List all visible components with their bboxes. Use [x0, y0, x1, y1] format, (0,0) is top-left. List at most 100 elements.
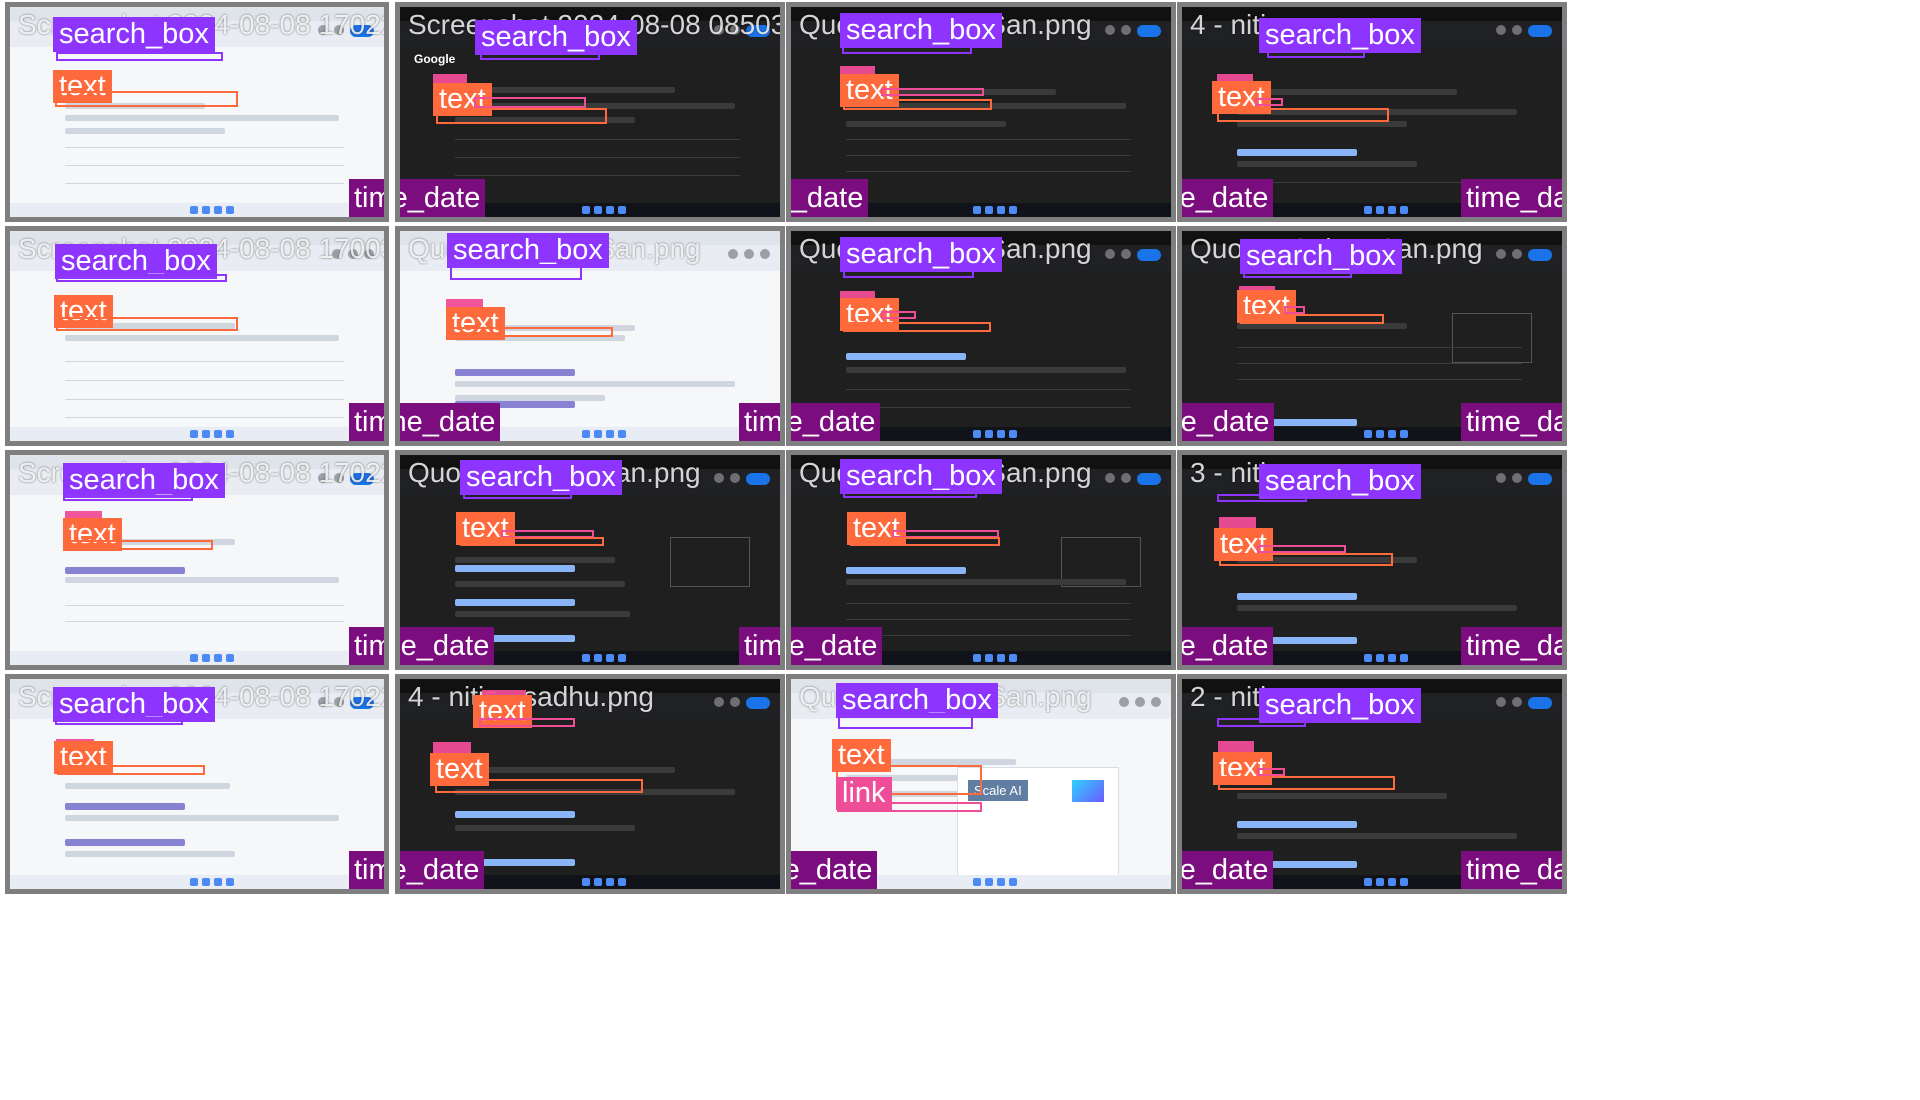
app-icon[interactable]: [606, 206, 615, 214]
result-link[interactable]: [846, 353, 966, 360]
search-box-label: search_box: [1240, 239, 1402, 274]
app-icon[interactable]: [201, 206, 210, 214]
app-icon[interactable]: [1364, 878, 1373, 886]
app-icon[interactable]: [1400, 206, 1409, 214]
app-icon[interactable]: [606, 878, 615, 886]
app-icon[interactable]: [606, 654, 615, 662]
app-icon[interactable]: [1400, 430, 1409, 438]
account-button[interactable]: [1137, 25, 1161, 37]
result-link[interactable]: [1237, 593, 1357, 600]
app-icon[interactable]: [213, 878, 222, 886]
app-icon[interactable]: [201, 878, 210, 886]
people-also-ask-divider: [846, 139, 1131, 140]
app-icon[interactable]: [1400, 654, 1409, 662]
account-button[interactable]: [1528, 697, 1552, 709]
app-icon[interactable]: [973, 206, 982, 214]
result-line: [455, 381, 735, 387]
result-link[interactable]: [1237, 821, 1357, 828]
app-icon[interactable]: [1388, 430, 1397, 438]
app-icon[interactable]: [582, 878, 591, 886]
app-icon[interactable]: [1400, 878, 1409, 886]
app-icon[interactable]: [225, 878, 234, 886]
app-icon[interactable]: [1376, 206, 1385, 214]
screenshot-tile: Quote - Salam San.png search_box text ti…: [786, 450, 1176, 670]
app-icon[interactable]: [1388, 206, 1397, 214]
app-icon[interactable]: [618, 430, 627, 438]
result-link[interactable]: [65, 567, 185, 574]
app-icon[interactable]: [189, 878, 198, 886]
account-button[interactable]: [1528, 249, 1552, 261]
app-icon[interactable]: [618, 878, 627, 886]
app-icon[interactable]: [225, 654, 234, 662]
result-link[interactable]: [1237, 149, 1357, 156]
app-icon[interactable]: [985, 206, 994, 214]
search-box-frame: [1217, 718, 1306, 727]
app-icon[interactable]: [973, 430, 982, 438]
app-icon[interactable]: [985, 654, 994, 662]
app-icon[interactable]: [189, 654, 198, 662]
toolbar-dot-icon: [1121, 473, 1131, 483]
text-frame: [57, 765, 205, 775]
app-icon[interactable]: [1364, 430, 1373, 438]
result-link[interactable]: [455, 811, 575, 818]
account-button[interactable]: [746, 697, 770, 709]
app-icon[interactable]: [213, 654, 222, 662]
app-icon[interactable]: [594, 654, 603, 662]
app-icon[interactable]: [201, 654, 210, 662]
app-icon[interactable]: [973, 878, 982, 886]
result-link[interactable]: [455, 565, 575, 572]
app-icon[interactable]: [1388, 654, 1397, 662]
result-link[interactable]: [65, 839, 185, 846]
app-icon[interactable]: [582, 654, 591, 662]
app-icon[interactable]: [606, 430, 615, 438]
app-icon[interactable]: [1376, 430, 1385, 438]
app-icon[interactable]: [582, 206, 591, 214]
people-also-ask-divider: [65, 605, 344, 606]
app-icon[interactable]: [1009, 654, 1018, 662]
app-icon[interactable]: [997, 206, 1006, 214]
account-button[interactable]: [1137, 249, 1161, 261]
app-icon[interactable]: [985, 878, 994, 886]
result-link[interactable]: [846, 567, 966, 574]
app-icon[interactable]: [997, 878, 1006, 886]
app-icon[interactable]: [201, 430, 210, 438]
app-icon[interactable]: [1009, 430, 1018, 438]
app-icon[interactable]: [594, 878, 603, 886]
app-icon[interactable]: [189, 430, 198, 438]
app-icon[interactable]: [225, 206, 234, 214]
result-link[interactable]: [65, 803, 185, 810]
app-icon[interactable]: [1388, 878, 1397, 886]
link-frame: [881, 88, 984, 96]
app-icon[interactable]: [985, 430, 994, 438]
app-icon[interactable]: [594, 430, 603, 438]
result-line: [1237, 161, 1417, 167]
app-icon[interactable]: [582, 430, 591, 438]
app-icon[interactable]: [594, 206, 603, 214]
app-icon[interactable]: [1364, 654, 1373, 662]
search-box-frame: [463, 491, 572, 499]
app-icon[interactable]: [618, 206, 627, 214]
account-button[interactable]: [1528, 25, 1552, 37]
result-link[interactable]: [455, 369, 575, 376]
app-icon[interactable]: [1376, 878, 1385, 886]
app-icon[interactable]: [618, 654, 627, 662]
app-icon[interactable]: [213, 430, 222, 438]
app-icon[interactable]: [1376, 654, 1385, 662]
app-icon[interactable]: [973, 654, 982, 662]
time-date-label: time_date: [1461, 627, 1562, 665]
account-button[interactable]: [1137, 473, 1161, 485]
time-date-label: time_date: [1461, 403, 1562, 441]
app-icon[interactable]: [997, 654, 1006, 662]
account-button[interactable]: [1528, 473, 1552, 485]
result-link[interactable]: [455, 599, 575, 606]
app-icon[interactable]: [213, 206, 222, 214]
account-button[interactable]: [746, 473, 770, 485]
app-icon[interactable]: [1364, 206, 1373, 214]
app-icon[interactable]: [1009, 206, 1018, 214]
app-icon[interactable]: [997, 430, 1006, 438]
app-icon[interactable]: [225, 430, 234, 438]
app-icon[interactable]: [189, 206, 198, 214]
app-icon[interactable]: [1009, 878, 1018, 886]
toolbar-dot-icon: [1512, 473, 1522, 483]
taskbar-icons: [189, 430, 234, 438]
